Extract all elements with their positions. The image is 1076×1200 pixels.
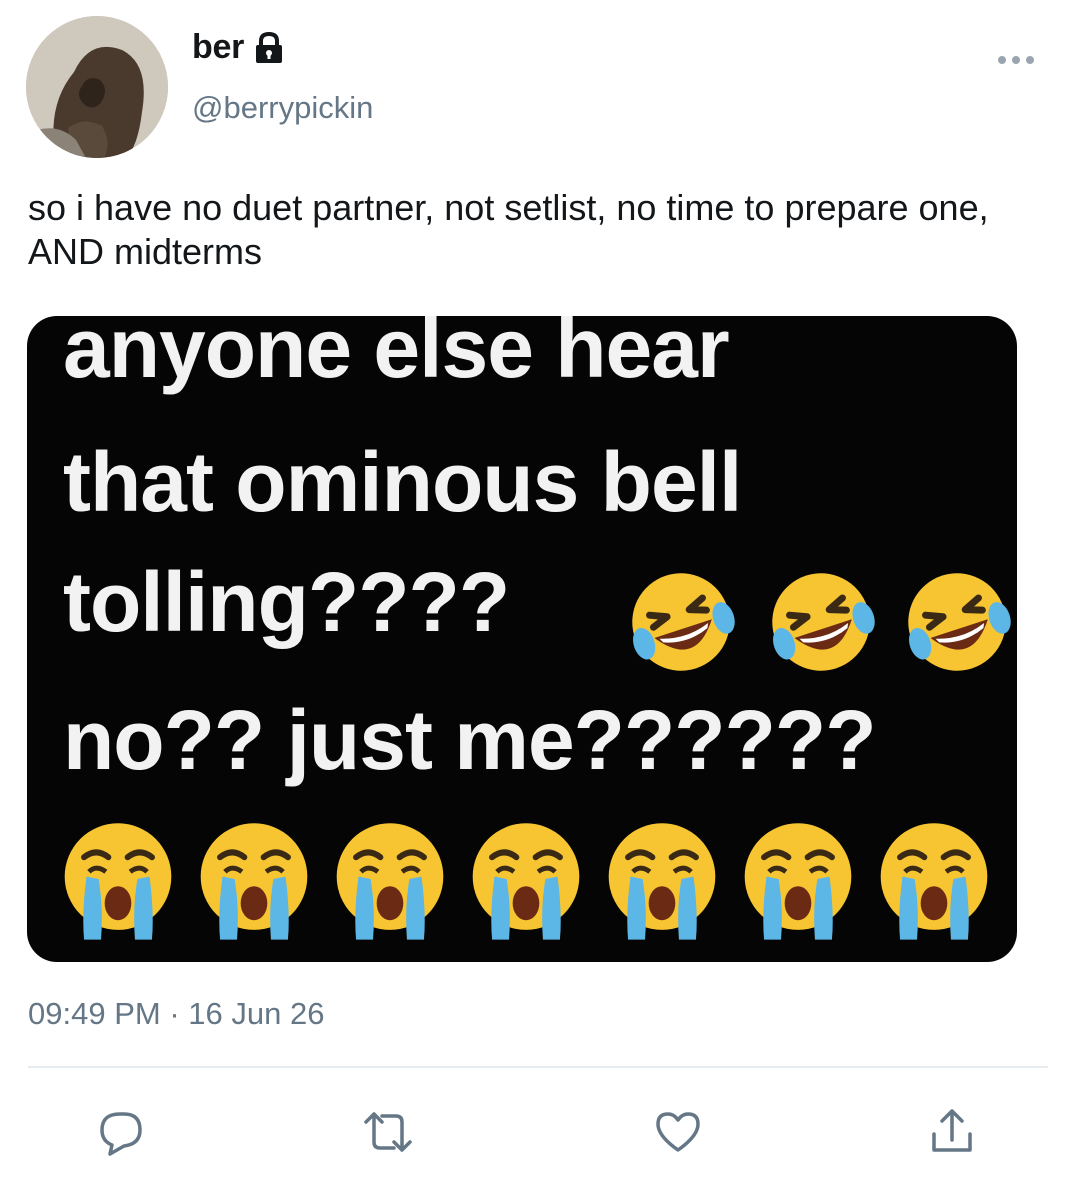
crying-emoji bbox=[329, 816, 451, 942]
reply-button[interactable] bbox=[96, 1106, 148, 1158]
like-button[interactable] bbox=[652, 1106, 704, 1158]
lock-icon bbox=[256, 31, 283, 63]
meme-text-line: that ominous bell bbox=[63, 435, 742, 529]
retweet-button[interactable] bbox=[362, 1106, 414, 1158]
meme-text-line: tolling???? bbox=[63, 555, 510, 649]
rolling-laughing-emoji bbox=[899, 564, 1015, 680]
user-name-row[interactable]: ber bbox=[192, 28, 284, 67]
tweet-date: 16 Jun 26 bbox=[188, 996, 325, 1031]
share-button[interactable] bbox=[926, 1106, 978, 1158]
avatar-photo bbox=[26, 16, 168, 158]
like-icon bbox=[656, 1112, 700, 1152]
retweet-icon bbox=[364, 1112, 412, 1152]
meme-text-line: no?? just me?????? bbox=[63, 693, 877, 787]
crying-emoji bbox=[465, 816, 587, 942]
tweet-time: 09:49 PM bbox=[28, 996, 161, 1031]
rolling-laughing-emoji bbox=[623, 564, 739, 680]
avatar[interactable] bbox=[26, 16, 168, 158]
meme-text-line: anyone else hear bbox=[63, 316, 730, 395]
more-options-icon[interactable] bbox=[996, 50, 1036, 70]
tweet-media-image[interactable]: anyone else hear that ominous bell tolli… bbox=[27, 316, 1017, 962]
display-name[interactable]: ber bbox=[192, 28, 244, 67]
rolling-laughing-emoji bbox=[763, 564, 879, 680]
share-icon bbox=[932, 1109, 972, 1152]
reply-icon bbox=[100, 1112, 142, 1156]
crying-emoji bbox=[601, 816, 723, 942]
crying-emoji bbox=[873, 816, 995, 942]
tweet-card: ber @berrypickin so i have no duet partn… bbox=[0, 0, 1076, 1200]
user-handle[interactable]: @berrypickin bbox=[192, 90, 373, 126]
crying-emoji bbox=[193, 816, 315, 942]
crying-emoji bbox=[57, 816, 179, 942]
crying-emoji bbox=[737, 816, 859, 942]
tweet-timestamp[interactable]: 09:49 PM · 16 Jun 26 bbox=[28, 996, 324, 1032]
tweet-text: so i have no duet partner, not setlist, … bbox=[28, 187, 989, 272]
action-divider bbox=[28, 1066, 1048, 1068]
timestamp-separator: · bbox=[169, 996, 180, 1031]
